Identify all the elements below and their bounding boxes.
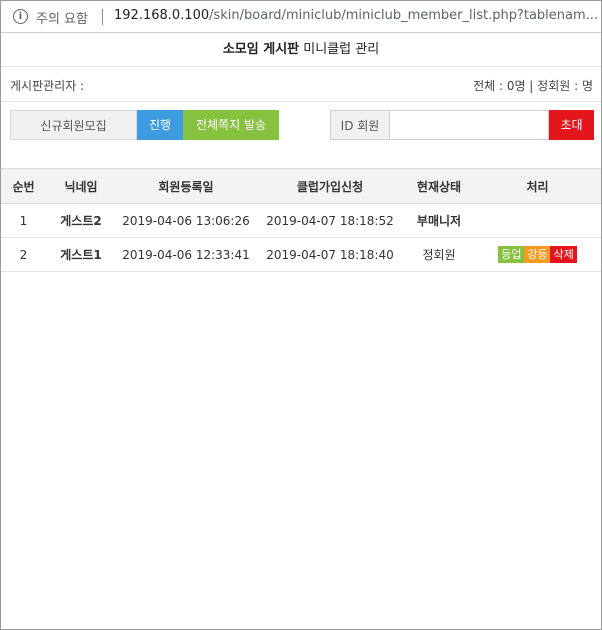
recruit-select[interactable]: 신규회원모집 [10, 110, 137, 140]
table-row: 2 게스트1 2019-04-06 12:33:41 2019-04-07 18… [1, 237, 601, 272]
info-icon[interactable]: i [13, 9, 28, 24]
delete-button[interactable]: 삭제 [550, 246, 577, 263]
table-header-row: 순번 닉네임 회원등록일 클럽가입신청 현재상태 처리 [1, 168, 601, 204]
header-join-request: 클럽가입신청 [256, 168, 404, 204]
url-text[interactable]: 192.168.0.100/skin/board/miniclub/minicl… [114, 8, 598, 23]
member-table: 순번 닉네임 회원등록일 클럽가입신청 현재상태 처리 1 게스트2 2019-… [1, 168, 601, 272]
row-actions: 등업 강등 삭제 [474, 237, 601, 272]
title-bold: 소모임 게시판 [222, 42, 300, 57]
url-path: /skin/board/miniclub/miniclub_member_lis… [209, 8, 599, 23]
send-all-message-button[interactable]: 전체쪽지 발송 [183, 110, 279, 140]
demote-button[interactable]: 강등 [524, 246, 551, 263]
row-no: 1 [1, 203, 46, 238]
header-nickname: 닉네임 [46, 168, 116, 204]
row-status: 정회원 [404, 237, 474, 272]
id-member-input[interactable] [390, 110, 549, 140]
header-status: 현재상태 [404, 168, 474, 204]
admin-label: 게시판관리자 : [10, 79, 85, 93]
info-row: 게시판관리자 : 전체 : 0명 | 정회원 : 명 [1, 67, 601, 102]
header-no: 순번 [1, 168, 46, 204]
address-separator [102, 9, 103, 25]
row-registered: 2019-04-06 13:06:26 [116, 203, 256, 238]
row-nickname[interactable]: 게스트1 [46, 237, 116, 272]
header-action: 처리 [474, 168, 601, 204]
security-label: 주의 요함 [36, 12, 88, 27]
proceed-button[interactable]: 진행 [137, 110, 183, 140]
row-nickname[interactable]: 게스트2 [46, 203, 116, 238]
page-title: 소모임 게시판 미니클럽 관리 [1, 34, 601, 67]
row-no: 2 [1, 237, 46, 272]
url-host: 192.168.0.100 [114, 8, 210, 23]
member-summary: 전체 : 0명 | 정회원 : 명 [473, 79, 593, 93]
popup-window: i 주의 요함 192.168.0.100/skin/board/miniclu… [0, 0, 602, 630]
row-actions [474, 203, 601, 238]
row-status: 부매니저 [404, 203, 474, 238]
promote-button[interactable]: 등업 [498, 246, 525, 263]
id-member-label: ID 회원 [330, 110, 390, 140]
address-bar[interactable]: i 주의 요함 192.168.0.100/skin/board/miniclu… [1, 1, 601, 33]
row-join-request: 2019-04-07 18:18:40 [256, 237, 404, 272]
title-rest: 미니클럽 관리 [299, 42, 380, 57]
table-row: 1 게스트2 2019-04-06 13:06:26 2019-04-07 18… [1, 203, 601, 238]
header-registered: 회원등록일 [116, 168, 256, 204]
row-registered: 2019-04-06 12:33:41 [116, 237, 256, 272]
invite-button[interactable]: 초대 [549, 110, 594, 140]
row-join-request: 2019-04-07 18:18:52 [256, 203, 404, 238]
